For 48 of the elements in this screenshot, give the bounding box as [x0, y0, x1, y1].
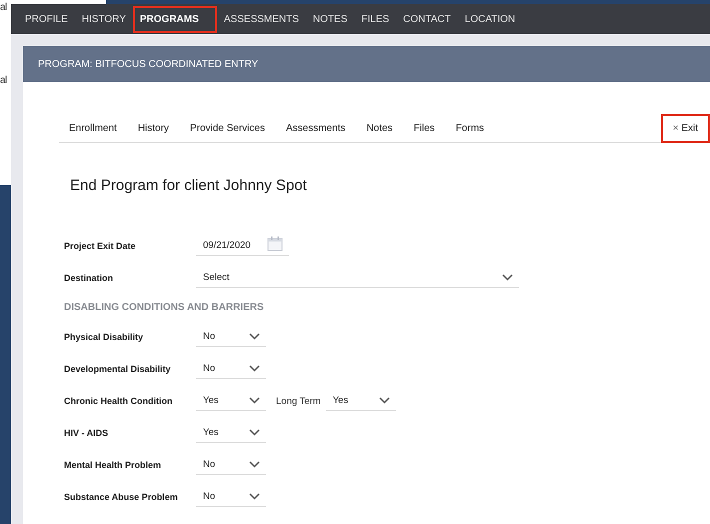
yes-no-dropdown[interactable]: No — [196, 455, 266, 475]
nav-tab[interactable]: NOTES — [306, 6, 354, 32]
cut-off-text: al — [0, 2, 8, 13]
field-label: Physical Disability — [64, 332, 144, 342]
program-tab[interactable]: Assessments — [286, 122, 346, 134]
chevron-down-icon — [502, 274, 513, 281]
nav-tab[interactable]: CONTACT — [396, 6, 458, 32]
section-title: DISABLING CONDITIONS AND BARRIERS — [63, 301, 265, 315]
field-label: Mental Health Problem — [64, 460, 162, 470]
exit-button[interactable]: × Exit — [660, 114, 710, 142]
chevron-down-icon — [249, 397, 260, 404]
program-tab[interactable]: Forms — [456, 122, 484, 134]
program-tab[interactable]: Notes — [366, 122, 393, 134]
yes-no-dropdown[interactable]: No — [196, 327, 266, 347]
nav-tab[interactable]: LOCATION — [458, 6, 522, 32]
field-label: HIV - AIDS — [64, 428, 110, 438]
nav-tab[interactable]: ASSESSMENTS — [216, 6, 306, 32]
field-label: Long Term — [276, 396, 321, 406]
field-label: Destination — [64, 273, 114, 283]
chevron-down-icon — [249, 493, 260, 500]
chevron-down-icon — [249, 365, 260, 372]
yes-no-dropdown[interactable]: Yes — [196, 423, 266, 443]
chevron-down-icon — [249, 333, 260, 340]
field-label: Substance Abuse Problem — [64, 492, 179, 502]
chevron-down-icon — [378, 397, 390, 404]
nav-tab[interactable]: FILES — [354, 6, 396, 32]
nav-tab[interactable]: PROGRAMS — [132, 6, 217, 32]
date-field[interactable]: 09/21/2020 — [196, 236, 289, 256]
nav-tab[interactable]: PROFILE — [18, 6, 75, 32]
program-tab[interactable]: History — [138, 122, 169, 134]
nav-tab[interactable]: HISTORY — [74, 6, 133, 32]
field-label: Developmental Disability — [64, 364, 172, 374]
cut-off-text: al — [0, 75, 8, 86]
calendar-icon[interactable] — [267, 236, 283, 251]
field-label: Chronic Health Condition — [64, 396, 174, 406]
yes-no-dropdown[interactable]: No — [196, 487, 266, 507]
destination-dropdown[interactable]: Select — [196, 268, 519, 288]
program-tab[interactable]: Enrollment — [69, 122, 117, 134]
chevron-down-icon — [249, 461, 260, 468]
program-tab[interactable]: Provide Services — [190, 122, 265, 134]
yes-no-dropdown[interactable]: Yes — [196, 391, 266, 411]
field-label: Project Exit Date — [64, 241, 137, 251]
yes-no-dropdown[interactable]: No — [196, 359, 266, 379]
program-tab[interactable]: Files — [414, 122, 435, 134]
page-heading: End Program for client Johnny Spot — [70, 177, 308, 194]
chevron-down-icon — [249, 429, 260, 436]
panel-title: PROGRAM: BITFOCUS COORDINATED ENTRY — [38, 58, 258, 70]
yes-no-dropdown[interactable]: Yes — [326, 391, 396, 411]
